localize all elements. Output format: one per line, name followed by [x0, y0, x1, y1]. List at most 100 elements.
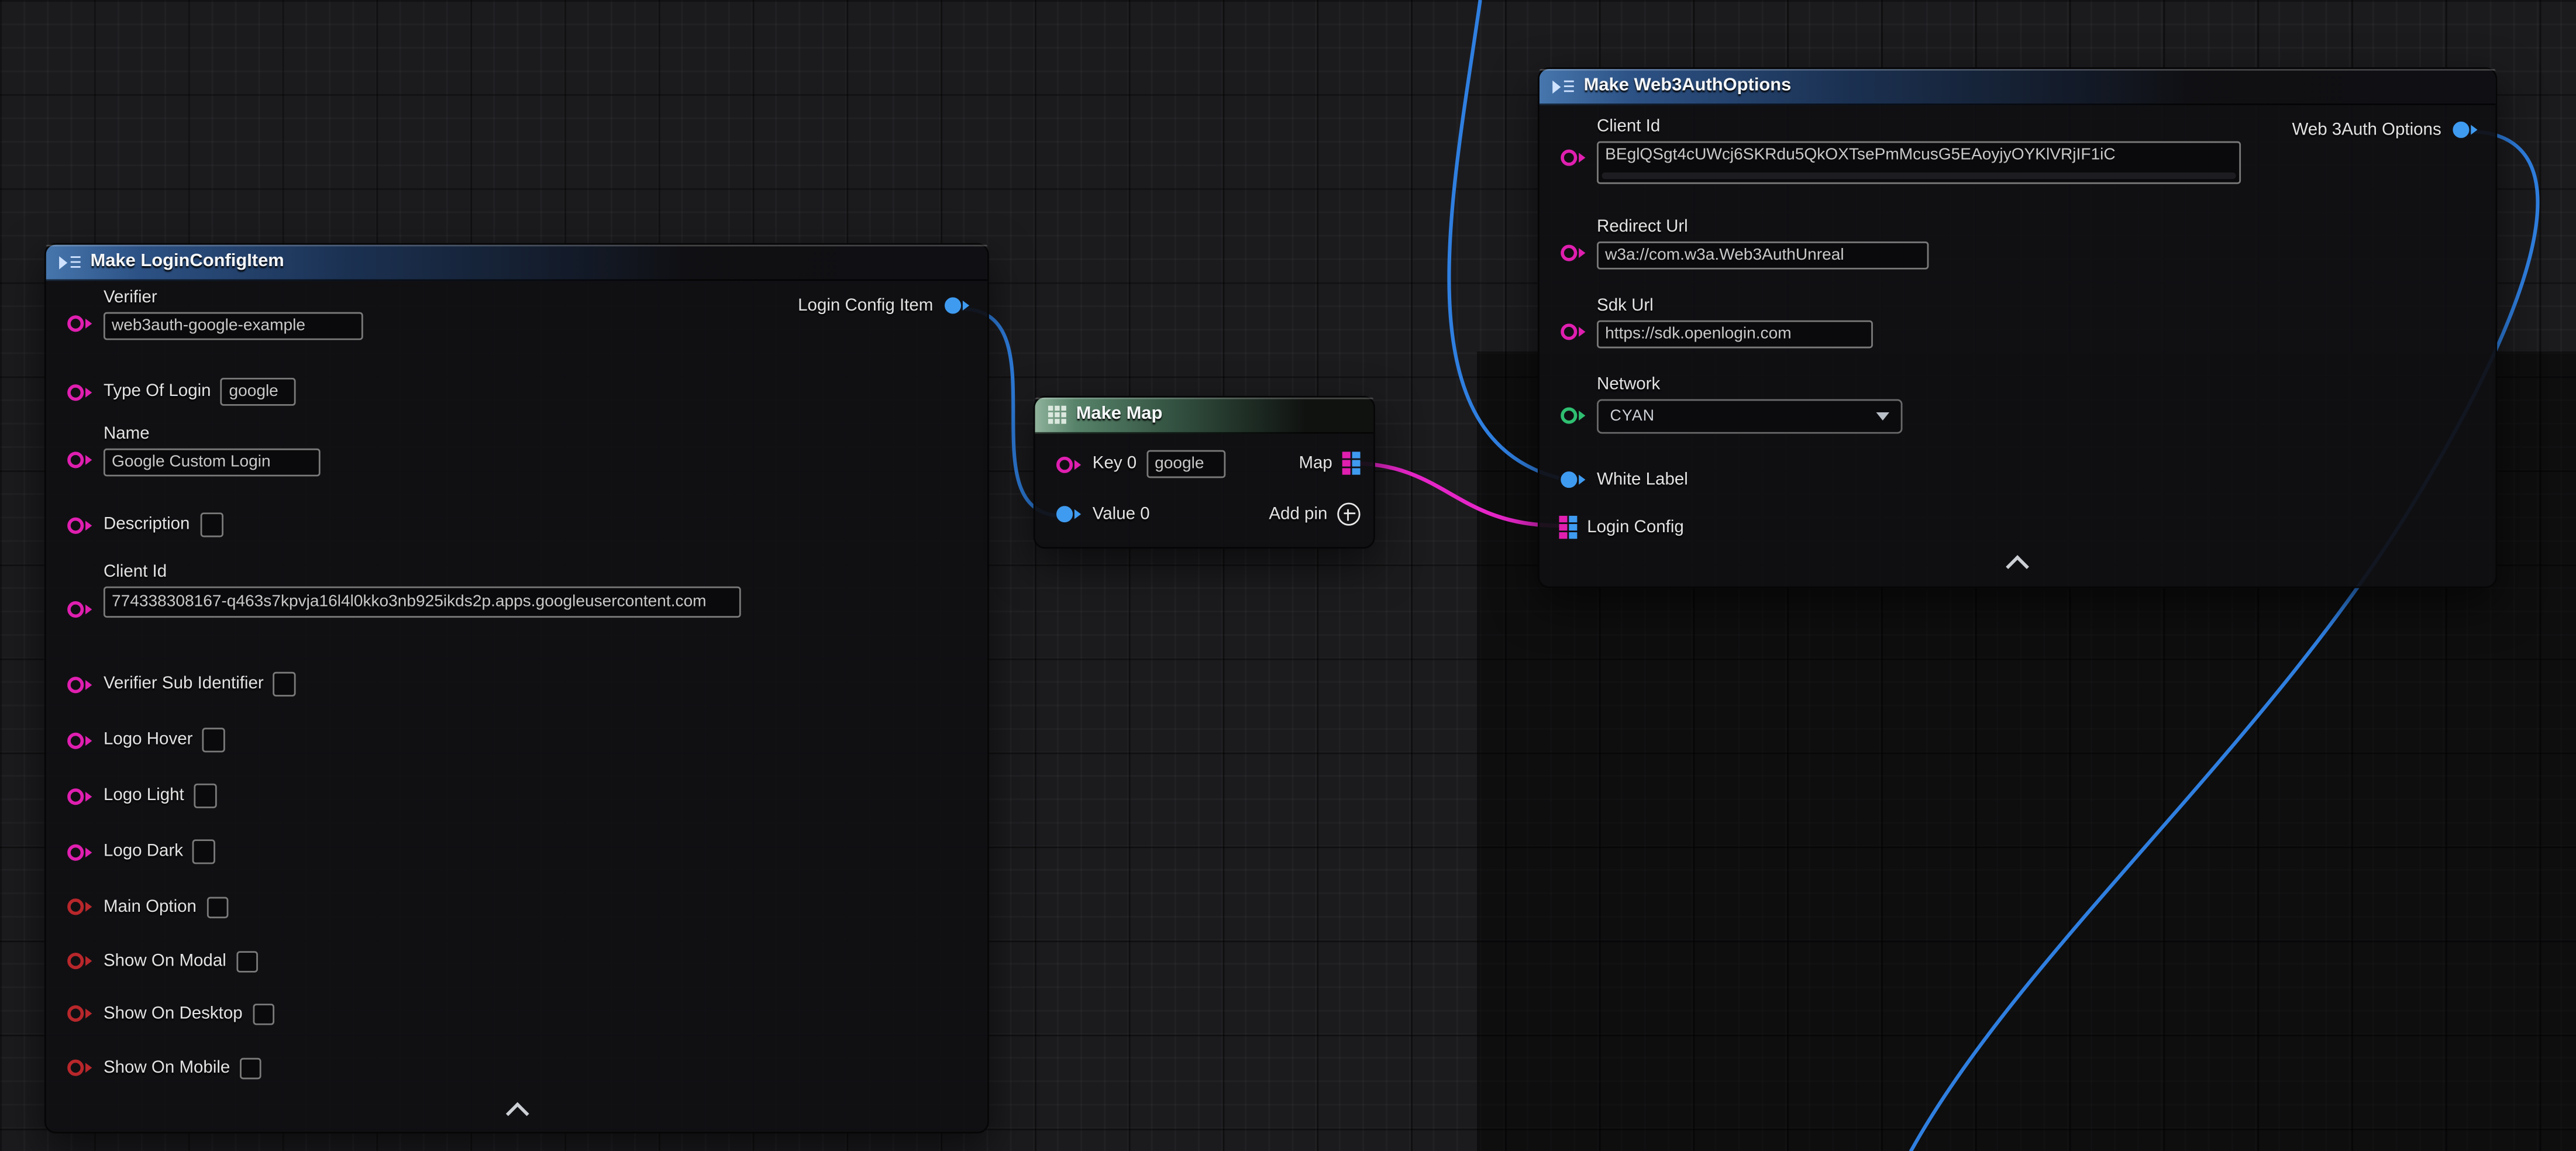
logo-light-label: Logo Light [104, 785, 184, 807]
logo-dark-pin[interactable] [66, 840, 94, 863]
node-title: Make Web3AuthOptions [1584, 77, 1792, 95]
field-type-of-login: Type Of Login google [66, 378, 296, 406]
add-pin-icon[interactable] [1337, 502, 1360, 525]
white-label-pin[interactable] [1559, 468, 1587, 491]
map-output-row: Map [1299, 452, 1360, 474]
sdk-url-input[interactable]: https://sdk.openlogin.com [1597, 321, 1873, 349]
main-option-checkbox[interactable] [206, 896, 228, 918]
client-id-text: BEglQSgt4cUWcj6SKRdu5QkOXTsePmMcusG5EAoy… [1605, 146, 2116, 164]
chevron-down-icon [1876, 412, 1889, 421]
redirect-url-pin[interactable] [1559, 242, 1587, 264]
output-label: Web 3Auth Options [2292, 119, 2441, 141]
node-header[interactable]: Make Web3AuthOptions [1540, 69, 2496, 105]
network-label: Network [1597, 374, 1902, 396]
logo-hover-label: Logo Hover [104, 729, 193, 751]
network-selected-value: CYAN [1610, 408, 1655, 426]
value0-pin[interactable] [1055, 502, 1083, 525]
show-on-mobile-checkbox[interactable] [240, 1057, 261, 1078]
field-white-label: White Label [1559, 468, 1688, 491]
show-on-desktop-label: Show On Desktop [104, 1003, 243, 1025]
logo-light-input[interactable] [194, 784, 217, 808]
field-redirect-url: Redirect Url w3a://com.w3a.Web3AuthUnrea… [1559, 217, 1928, 270]
add-pin-label: Add pin [1269, 504, 1327, 525]
web3auth-options-output-pin[interactable] [2451, 118, 2479, 141]
verifier-sub-identifier-label: Verifier Sub Identifier [104, 674, 264, 695]
map-output-label: Map [1299, 453, 1332, 474]
main-option-pin[interactable] [66, 895, 94, 918]
show-on-desktop-checkbox[interactable] [253, 1003, 274, 1025]
verifier-sub-identifier-pin[interactable] [66, 673, 94, 695]
field-show-on-mobile: Show On Mobile [66, 1056, 261, 1079]
login-config-pin[interactable] [1559, 516, 1577, 539]
field-login-config: Login Config [1559, 516, 1683, 539]
input-scrollbar[interactable] [1602, 173, 2236, 179]
map-output-pin[interactable] [1342, 452, 1361, 474]
description-input[interactable] [199, 512, 222, 537]
show-on-modal-pin[interactable] [66, 949, 94, 972]
verifier-label: Verifier [104, 288, 363, 309]
field-logo-dark: Logo Dark [66, 839, 216, 864]
logo-hover-input[interactable] [202, 728, 225, 752]
field-verifier: Verifier web3auth-google-example [66, 288, 363, 340]
field-show-on-modal: Show On Modal [66, 949, 257, 972]
sdk-url-pin[interactable] [1559, 321, 1587, 343]
collapse-chevron-icon[interactable] [505, 1102, 528, 1125]
sdk-url-label: Sdk Url [1597, 296, 1873, 318]
description-pin[interactable] [66, 514, 94, 536]
field-network: Network CYAN [1559, 374, 1902, 433]
type-of-login-pin[interactable] [66, 380, 94, 403]
name-label: Name [104, 424, 321, 446]
show-on-modal-checkbox[interactable] [236, 950, 258, 972]
show-on-mobile-label: Show On Mobile [104, 1057, 230, 1078]
verifier-pin[interactable] [66, 312, 94, 335]
redirect-url-label: Redirect Url [1597, 217, 1928, 239]
node-title: Make Map [1076, 406, 1163, 424]
show-on-mobile-pin[interactable] [66, 1056, 94, 1079]
client-id-label: Client Id [104, 562, 741, 584]
name-pin[interactable] [66, 449, 94, 471]
logo-light-pin[interactable] [66, 784, 94, 807]
key0-input[interactable]: google [1146, 450, 1225, 478]
login-config-label: Login Config [1587, 516, 1684, 538]
redirect-url-input[interactable]: w3a://com.w3a.Web3AuthUnreal [1597, 242, 1928, 270]
logo-hover-pin[interactable] [66, 729, 94, 752]
field-client-id: Client Id 774338308167-q463s7kpvja16l4l0… [66, 562, 741, 621]
function-node-icon [1552, 80, 1574, 92]
field-logo-light: Logo Light [66, 784, 217, 808]
logo-dark-input[interactable] [193, 839, 216, 864]
blueprint-graph-canvas[interactable]: { "graph": { "background_color": "#1b1b1… [0, 0, 2576, 1151]
field-sdk-url: Sdk Url https://sdk.openlogin.com [1559, 296, 1872, 349]
show-on-modal-label: Show On Modal [104, 950, 226, 972]
field-key0: Key 0 google [1055, 450, 1225, 478]
key0-label: Key 0 [1093, 453, 1137, 475]
type-of-login-input[interactable]: google [221, 378, 296, 406]
client-id-pin[interactable] [1559, 146, 1587, 169]
client-id-pin[interactable] [66, 598, 94, 621]
client-id-input[interactable]: 774338308167-q463s7kpvja16l4l0kko3nb925i… [104, 587, 741, 618]
network-pin[interactable] [1559, 404, 1587, 427]
node-header[interactable]: Make Map [1035, 398, 1373, 434]
client-id-input[interactable]: BEglQSgt4cUWcj6SKRdu5QkOXTsePmMcusG5EAoy… [1597, 142, 2241, 184]
collapse-chevron-icon[interactable] [2006, 555, 2029, 578]
main-option-label: Main Option [104, 896, 197, 918]
field-description: Description [66, 512, 222, 537]
show-on-desktop-pin[interactable] [66, 1002, 94, 1025]
client-id-label: Client Id [1597, 116, 2241, 138]
white-label-label: White Label [1597, 469, 1688, 491]
make-web3authoptions-node[interactable]: Make Web3AuthOptions Web 3Auth Options C… [1538, 67, 2497, 588]
verifier-input[interactable]: web3auth-google-example [104, 312, 363, 340]
logo-dark-label: Logo Dark [104, 841, 183, 863]
output-row: Web 3Auth Options [2292, 118, 2479, 141]
network-dropdown[interactable]: CYAN [1597, 399, 1902, 434]
make-loginconfigitem-node[interactable]: Make LoginConfigItem Login Config Item V… [44, 243, 989, 1133]
name-input[interactable]: Google Custom Login [104, 449, 321, 477]
verifier-sub-identifier-input[interactable] [274, 672, 297, 697]
key0-pin[interactable] [1055, 453, 1083, 475]
login-config-item-output-pin[interactable] [943, 294, 971, 317]
function-node-icon [59, 256, 81, 268]
node-header[interactable]: Make LoginConfigItem [46, 244, 987, 281]
node-title: Make LoginConfigItem [90, 253, 284, 271]
make-map-node[interactable]: Make Map Key 0 google Map Value 0 Add pi… [1034, 396, 1375, 549]
output-row: Login Config Item [798, 294, 971, 317]
wire-map-to-loginconfig[interactable] [1351, 463, 1559, 526]
